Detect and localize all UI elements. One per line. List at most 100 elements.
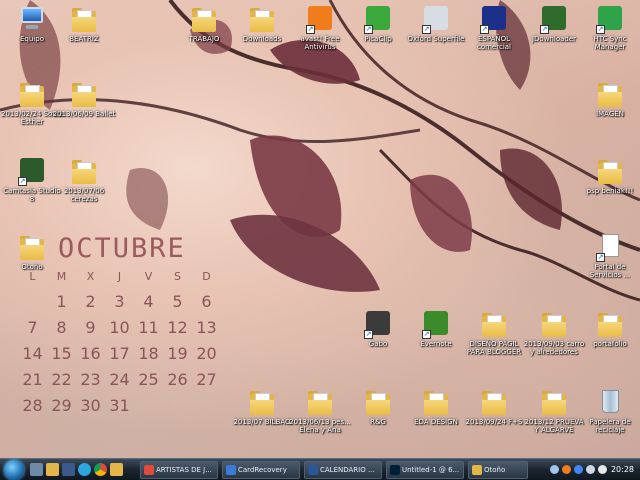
folder-icon: [538, 309, 570, 339]
calendar-week-row: 28 29 30 31: [18, 393, 223, 419]
calendar-day: 31: [109, 396, 130, 415]
calendar-weekday-label: M: [56, 270, 67, 283]
show-desktop-icon[interactable]: [30, 463, 43, 476]
desktop-icon-label: PicaClip: [364, 35, 392, 43]
folder-icon: [68, 156, 100, 186]
calendar-day: 9: [85, 318, 96, 337]
switch-windows-icon[interactable]: [62, 463, 75, 476]
desktop-icon-imagen[interactable]: IMAGEN: [578, 79, 640, 118]
taskbar-button-label: Untitled-1 @ 6...: [402, 466, 460, 474]
desktop-icon-eda[interactable]: EDA DESIGN: [404, 387, 468, 426]
document-icon: ↗: [594, 232, 626, 262]
oxford-icon: ↗: [420, 4, 452, 34]
calendar-week-row: 123456: [18, 289, 223, 315]
desktop-icon-label: EDA DESIGN: [414, 418, 458, 426]
flag-icon[interactable]: [598, 465, 607, 474]
desktop-icon-label: 2013/12 PRUEVA Y ALGARVE: [524, 418, 584, 434]
desktop-icon-f6[interactable]: 2013/06/13 pes... Elena y Ana: [288, 387, 352, 434]
desktop-icon-trabajo[interactable]: TRABAJO: [172, 4, 236, 43]
skype-quicklaunch-icon[interactable]: [78, 463, 91, 476]
desktop-icon-portafolio[interactable]: portafolio: [578, 309, 640, 348]
calendar-week-row: 21 22 23 24 25 26 27: [18, 367, 223, 393]
calendar-day: 21: [22, 370, 43, 389]
calendar-day: 29: [51, 396, 72, 415]
jdownloader-icon: ↗: [538, 4, 570, 34]
calendar-day: 27: [196, 370, 217, 389]
folder-icon: [246, 387, 278, 417]
desktop-icon-jdownloader[interactable]: ↗ JDownloader: [522, 4, 586, 43]
desktop-icon-f5[interactable]: 2013/07 BILBAO: [230, 387, 294, 426]
calendar-weekday-label: X: [86, 270, 95, 283]
picaclip-icon: ↗: [362, 4, 394, 34]
calendar-day: 8: [56, 318, 67, 337]
calendar-day: [134, 393, 163, 419]
calendar-day: 10: [109, 318, 130, 337]
folder-icon: [594, 156, 626, 186]
calendar-day: 4: [143, 292, 154, 311]
chrome-tray-icon[interactable]: [574, 465, 583, 474]
desktop-icon-portal[interactable]: ↗ Portal de Servicios ...: [578, 232, 640, 279]
calendar-day: 25: [138, 370, 159, 389]
taskbar-button[interactable]: CardRecovery: [222, 461, 300, 479]
calendar-month-title: OCTUBRE: [58, 233, 186, 264]
clock[interactable]: 20:28: [611, 459, 634, 480]
desktop-icon-gabo[interactable]: ↗ Gabo: [346, 309, 410, 348]
start-button[interactable]: [4, 460, 24, 480]
camtasia-icon: ↗: [16, 156, 48, 186]
desktop-icon-beatriz[interactable]: BEATRIZ: [52, 4, 116, 43]
desktop-icon-f7[interactable]: 2013/09/24 F+S: [462, 387, 526, 426]
desktop-icon-diseno[interactable]: DISEÑO PÁGIL PARA BLOGGER: [462, 309, 526, 356]
calendar-day: 30: [80, 396, 101, 415]
desktop-icon-espanol[interactable]: ↗ ESPAÑOL comercial: [462, 4, 526, 51]
calendar-weekday-label: L: [29, 270, 36, 283]
desktop-icon-f8[interactable]: 2013/12 PRUEVA Y ALGARVE: [522, 387, 586, 434]
explorer-quicklaunch-icon[interactable]: [46, 463, 59, 476]
chrome-quicklaunch-icon[interactable]: [94, 463, 107, 476]
calendar-day: 17: [109, 344, 130, 363]
desktop-icon-f4[interactable]: 2013/09/03 carro y alrededores: [522, 309, 586, 356]
folder-icon: [420, 387, 452, 417]
calendar-weekday-label: D: [202, 270, 211, 283]
calendar-day: 24: [109, 370, 130, 389]
desktop-icon-label: 2013/06/09 Ballet: [52, 110, 116, 118]
desktop-icon-evernote[interactable]: ↗ Evernote: [404, 309, 468, 348]
taskbar-button[interactable]: CALENDARIO ...: [304, 461, 382, 479]
espanol-icon: ↗: [478, 4, 510, 34]
desktop-icon-papelera[interactable]: Papelera de reciclaje: [578, 387, 640, 434]
calendar-day: 22: [51, 370, 72, 389]
system-tray: 20:28: [548, 459, 640, 480]
desktop-icon-label: psp beniak!!!: [586, 187, 634, 195]
folder-icon: [594, 309, 626, 339]
folder-quicklaunch-icon[interactable]: [110, 463, 123, 476]
calendar-day: 14: [22, 344, 43, 363]
calendar-weekday-header: LMXJVSD: [18, 265, 223, 289]
folder-icon: [472, 465, 482, 475]
desktop-icon-f3[interactable]: 2013/07/06 cerezas: [52, 156, 116, 203]
desktop-icon-downloads[interactable]: Downloads: [230, 4, 294, 43]
desktop-icon-rag[interactable]: R&G: [346, 387, 410, 426]
folder-icon: [304, 387, 336, 417]
desktop-icon-picasa[interactable]: ↗ PicaClip: [346, 4, 410, 43]
taskbar-button[interactable]: Otoño: [468, 461, 528, 479]
calendar-weekday-label: V: [144, 270, 153, 283]
calendar-day: 1: [56, 292, 67, 311]
calendar-day: 2: [85, 292, 96, 311]
calendar-day: 13: [196, 318, 217, 337]
volume-icon[interactable]: [586, 465, 595, 474]
desktop-icon-htc[interactable]: ↗ HTC Sync Manager: [578, 4, 640, 51]
desktop-icon-oxford[interactable]: ↗ Oxford Superfile: [404, 4, 468, 43]
avast-tray-icon[interactable]: [562, 465, 571, 474]
taskbar-button[interactable]: Untitled-1 @ 6...: [386, 461, 464, 479]
network-icon[interactable]: [550, 465, 559, 474]
desktop-icon-avast[interactable]: ↗ avast! Free Antivirus: [288, 4, 352, 51]
folder-icon: [478, 387, 510, 417]
desktop-icon-label: TRABAJO: [188, 35, 220, 43]
desktop-icon-label: Evernote: [420, 340, 452, 348]
desktop-icon-psp[interactable]: psp beniak!!!: [578, 156, 640, 195]
calendar-day: 11: [138, 318, 159, 337]
taskbar-button[interactable]: ARTISTAS DE J...: [140, 461, 218, 479]
desktop-icon-label: Gabo: [368, 340, 388, 348]
desktop-icon-f2[interactable]: 2013/06/09 Ballet: [52, 79, 116, 118]
calendar-day: 3: [114, 292, 125, 311]
folder-icon: [68, 79, 100, 109]
